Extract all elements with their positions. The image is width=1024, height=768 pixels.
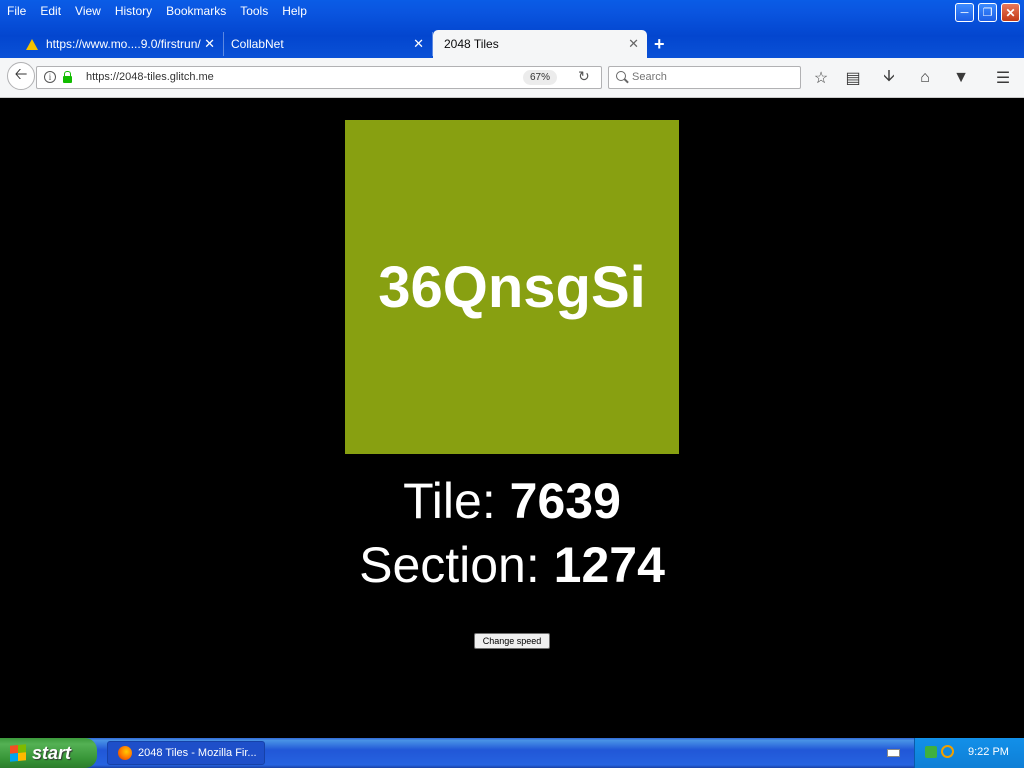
navigation-bar: 🡠 i https://2048-tiles.glitch.me 67% ↻ ☆… xyxy=(0,58,1024,98)
tile-value: 7639 xyxy=(509,473,621,529)
stats: Tile: 7639 Section: 1274 xyxy=(0,469,1024,597)
network-icon[interactable] xyxy=(925,746,937,758)
menu-history-label: History xyxy=(114,4,153,18)
close-icon: ✕ xyxy=(1005,5,1016,20)
magnifier-icon[interactable] xyxy=(941,745,954,758)
page-content: 36QnsgSi Tile: 7639 Section: 1274 Change… xyxy=(0,98,1024,738)
menu-bookmarks-label: Bookmarks xyxy=(166,4,227,18)
menu-history[interactable]: History xyxy=(108,0,159,22)
firefox-icon xyxy=(118,746,132,760)
back-button[interactable]: 🡠 xyxy=(7,62,35,90)
zoom-level-badge[interactable]: 67% xyxy=(523,70,558,85)
download-icon[interactable]: 🡫 xyxy=(880,68,898,87)
tab-firstrun-label: https://www.mo....9.0/firstrun/ xyxy=(46,37,201,51)
menu-view-label: View xyxy=(75,4,101,18)
menu-tools-label: Tools xyxy=(240,4,269,18)
tab-collabnet[interactable]: CollabNet ✕ xyxy=(225,32,433,56)
search-icon xyxy=(616,71,626,81)
url-text[interactable]: https://2048-tiles.glitch.me xyxy=(86,71,214,83)
menu-bar: File Edit View History Bookmarks Tools H… xyxy=(0,0,314,22)
tab-close-icon[interactable]: ✕ xyxy=(413,36,424,52)
tile-text: 36QnsgSi xyxy=(378,254,646,320)
reading-list-icon[interactable]: ▤ xyxy=(844,69,862,87)
title-bar: File Edit View History Bookmarks Tools H… xyxy=(0,0,1024,60)
tab-2048-tiles[interactable]: 2048 Tiles ✕ xyxy=(433,30,647,58)
close-window-button[interactable]: ✕ xyxy=(1001,3,1020,22)
start-label: start xyxy=(32,742,72,763)
menu-view[interactable]: View xyxy=(68,0,108,22)
home-icon[interactable]: ⌂ xyxy=(916,69,934,87)
tab-close-icon[interactable]: ✕ xyxy=(204,36,215,52)
system-tray: 9:22 PM xyxy=(914,738,1024,768)
menu-bookmarks[interactable]: Bookmarks xyxy=(159,0,233,22)
menu-edit[interactable]: Edit xyxy=(33,0,68,22)
windows-logo-icon xyxy=(10,744,26,762)
restore-button[interactable]: ❐ xyxy=(978,3,997,22)
lock-icon[interactable] xyxy=(63,71,72,83)
taskbar-item-firefox[interactable]: 2048 Tiles - Mozilla Fir... xyxy=(107,741,265,765)
search-box[interactable] xyxy=(608,66,801,89)
new-tab-button[interactable]: + xyxy=(654,34,665,55)
reload-icon[interactable]: ↻ xyxy=(578,68,590,85)
hamburger-menu-icon[interactable]: ☰ xyxy=(994,69,1012,87)
minimize-icon: ─ xyxy=(960,6,969,19)
section-number-line: Section: 1274 xyxy=(0,533,1024,597)
info-icon[interactable]: i xyxy=(44,71,56,83)
plus-icon: + xyxy=(654,34,665,54)
url-bar[interactable]: i https://2048-tiles.glitch.me 67% ↻ xyxy=(36,66,602,89)
keyboard-icon[interactable] xyxy=(887,749,900,757)
menu-help-label: Help xyxy=(282,4,307,18)
tab-2048-tiles-label: 2048 Tiles xyxy=(444,37,499,51)
menu-file-label: File xyxy=(7,4,27,18)
menu-edit-label: Edit xyxy=(40,4,62,18)
change-speed-button[interactable]: Change speed xyxy=(474,633,550,649)
taskbar-item-label: 2048 Tiles - Mozilla Fir... xyxy=(138,747,257,759)
taskbar: start 2048 Tiles - Mozilla Fir... 9:22 P… xyxy=(0,738,1024,768)
start-button[interactable]: start xyxy=(0,738,97,768)
bookmark-star-icon[interactable]: ☆ xyxy=(812,69,830,87)
section-value: 1274 xyxy=(553,537,665,593)
tab-collabnet-label: CollabNet xyxy=(231,37,284,51)
tab-firstrun[interactable]: https://www.mo....9.0/firstrun/ ✕ xyxy=(20,32,224,56)
tile: 36QnsgSi xyxy=(345,120,679,454)
tile-number-line: Tile: 7639 xyxy=(0,469,1024,533)
warning-icon xyxy=(26,38,38,50)
pocket-icon[interactable]: ▼ xyxy=(952,69,970,87)
menu-help[interactable]: Help xyxy=(275,0,314,22)
menu-file[interactable]: File xyxy=(0,0,33,22)
menu-tools[interactable]: Tools xyxy=(233,0,275,22)
tab-close-icon[interactable]: ✕ xyxy=(628,36,639,52)
back-arrow-icon: 🡠 xyxy=(14,65,28,83)
section-label: Section: xyxy=(359,537,540,593)
search-input[interactable] xyxy=(632,71,792,83)
restore-icon: ❐ xyxy=(982,7,993,19)
tile-label: Tile: xyxy=(403,473,496,529)
minimize-button[interactable]: ─ xyxy=(955,3,974,22)
clock[interactable]: 9:22 PM xyxy=(968,746,1009,758)
